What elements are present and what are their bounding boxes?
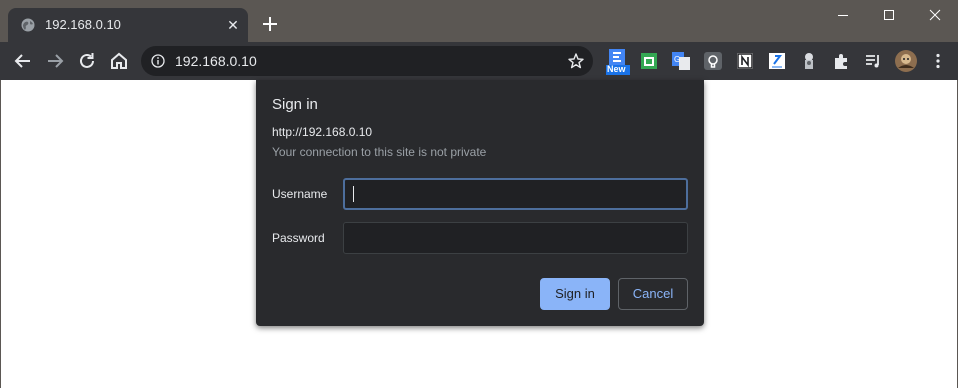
new-extension-icon[interactable]: New	[606, 49, 630, 75]
browser-toolbar: 192.168.0.10 New G	[0, 42, 958, 80]
address-bar[interactable]: 192.168.0.10	[141, 46, 593, 76]
username-label: Username	[272, 187, 328, 201]
puzzle-extensions-icon[interactable]	[832, 52, 850, 70]
sign-in-button[interactable]: Sign in	[540, 278, 610, 310]
new-tab-icon[interactable]	[259, 13, 281, 35]
tab-close-icon[interactable]: ✕	[224, 16, 242, 34]
notion-icon[interactable]	[736, 52, 754, 70]
menu-kebab-icon[interactable]	[929, 52, 947, 70]
back-icon[interactable]	[11, 49, 35, 73]
document-extension-icon[interactable]	[768, 52, 786, 70]
text-caret	[353, 186, 354, 202]
address-text[interactable]: 192.168.0.10	[175, 53, 257, 69]
password-label: Password	[272, 231, 325, 245]
connection-warning: Your connection to this site is not priv…	[272, 145, 487, 159]
chef-extension-icon[interactable]	[800, 52, 818, 70]
minimize-icon[interactable]	[820, 0, 866, 30]
svg-text:G: G	[674, 55, 680, 64]
maximize-icon[interactable]	[866, 0, 912, 30]
profile-avatar[interactable]	[895, 50, 917, 72]
sign-in-dialog: Sign in http://192.168.0.10 Your connect…	[256, 80, 704, 326]
google-translate-icon[interactable]: G	[672, 52, 690, 70]
password-field[interactable]	[343, 222, 688, 254]
dialog-title: Sign in	[272, 96, 318, 113]
tab-title: 192.168.0.10	[45, 17, 121, 32]
username-field[interactable]	[343, 178, 688, 210]
globe-icon	[21, 18, 35, 32]
window-border-left	[0, 80, 1, 388]
close-icon[interactable]	[912, 0, 958, 30]
browser-tab[interactable]: 192.168.0.10 ✕	[8, 8, 248, 42]
lightbulb-extension-icon[interactable]	[704, 52, 722, 70]
reload-icon[interactable]	[75, 49, 99, 73]
dialog-origin: http://192.168.0.10	[272, 125, 373, 139]
android-extension-icon[interactable]	[640, 52, 658, 70]
forward-icon[interactable]	[43, 49, 67, 73]
home-icon[interactable]	[107, 49, 131, 73]
bookmark-star-icon[interactable]	[567, 52, 585, 70]
new-badge: New	[607, 64, 626, 74]
cancel-button[interactable]: Cancel	[618, 278, 688, 310]
info-icon[interactable]	[151, 54, 165, 68]
title-bar: 192.168.0.10 ✕	[0, 0, 958, 42]
media-queue-icon[interactable]	[864, 52, 882, 70]
